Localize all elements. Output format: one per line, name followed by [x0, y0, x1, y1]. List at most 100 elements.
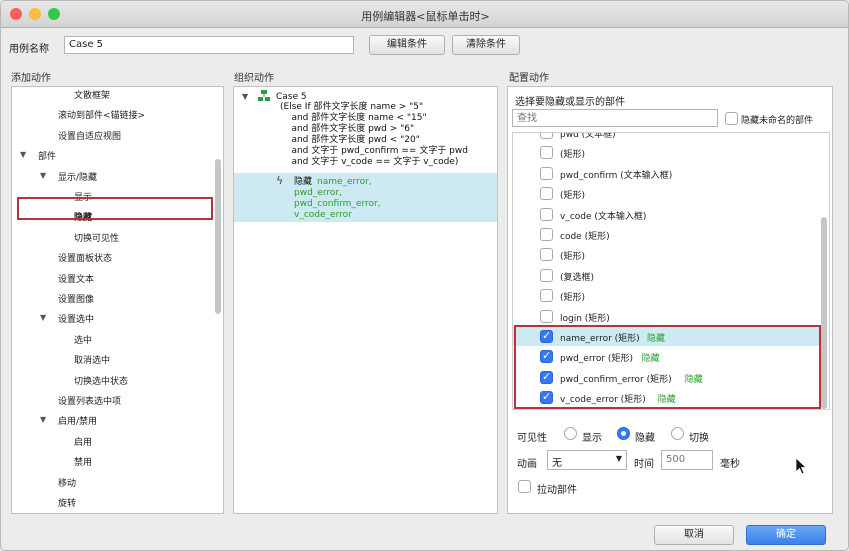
bring-to-front-label: 拉动部件: [537, 485, 577, 496]
action-tree-item[interactable]: 文散框架: [74, 88, 110, 101]
action-tree-item[interactable]: 部件: [38, 149, 56, 162]
visibility-option-label: 切换: [689, 433, 709, 444]
widget-checkbox[interactable]: [540, 146, 553, 160]
action-target: v_code_error: [294, 210, 352, 220]
widget-label: pwd (文本框): [560, 132, 616, 140]
hide-action-highlight: [17, 197, 213, 220]
condition-line: and 文字于 pwd_confirm == 文字于 pwd: [280, 146, 468, 156]
action-tree-item[interactable]: 取消选中: [74, 353, 110, 366]
action-tree-item[interactable]: 移动: [58, 476, 76, 489]
widget-list: pwd (文本框) (矩形) pwd_confirm (文本输入框) (矩形) v_co…: [512, 132, 830, 410]
action-target: pwd_confirm_error,: [294, 199, 381, 209]
action-tree-item[interactable]: 切换选中状态: [74, 374, 128, 387]
action-tree-item[interactable]: 设置自适应视图: [58, 129, 121, 142]
configure-action-panel: 选择要隐藏或显示的部件 隐藏未命名的部件 pwd (文本框) (矩形) pwd_co…: [507, 86, 833, 514]
expand-arrow-icon[interactable]: ▼: [40, 171, 46, 180]
condition-line: (Else If 部件文字长度 name > "5": [280, 102, 424, 112]
action-verb: 隐藏: [294, 177, 313, 187]
case-name-bar: 用例名称 Case 5 编辑条件 清除条件: [1, 29, 848, 63]
action-target: pwd_error,: [294, 188, 342, 198]
organize-action-heading: 组织动作: [234, 73, 274, 84]
clear-condition-button[interactable]: 清除条件: [452, 35, 520, 55]
widget-label: (矩形): [560, 293, 586, 304]
expand-arrow-icon[interactable]: ▼: [20, 150, 26, 159]
cancel-button[interactable]: 取消: [654, 525, 734, 545]
visibility-radio[interactable]: [671, 427, 684, 440]
widget-search-input[interactable]: [512, 109, 718, 127]
select-widgets-label: 选择要隐藏或显示的部件: [515, 97, 625, 108]
time-unit: 毫秒: [720, 459, 740, 470]
visibility-option-label: 隐藏: [635, 433, 655, 444]
condition-line: and 部件文字长度 name < "15": [280, 113, 427, 123]
configure-action-heading: 配置动作: [509, 73, 549, 84]
edit-condition-button[interactable]: 编辑条件: [369, 35, 445, 55]
expand-arrow-icon[interactable]: ▼: [40, 415, 46, 424]
action-tree-item[interactable]: 设置选中: [58, 312, 94, 325]
action-tree-item[interactable]: 显示/隐藏: [58, 170, 97, 183]
action-tree-item[interactable]: 启用/禁用: [58, 414, 97, 427]
add-action-tree: 文散框架 滚动到部件<锚链接> 设置自适应视图 ▼ 部件 ▼ 显示/隐藏 显示 隐藏 切换可见性设…: [11, 86, 224, 514]
widget-label: pwd_confirm (文本输入框): [560, 170, 673, 181]
widget-label: (矩形): [560, 191, 586, 202]
action-tree-item[interactable]: 禁用: [74, 455, 92, 468]
organize-action-panel: ▼ Case 5 (Else If 部件文字长度 name > "5" and …: [233, 86, 498, 514]
widget-label: (复选框): [560, 272, 595, 283]
widget-checkbox[interactable]: [540, 289, 553, 303]
add-action-heading: 添加动作: [11, 73, 51, 84]
window-title: 用例编辑器<鼠标单击时>: [361, 10, 490, 23]
visibility-radio[interactable]: [617, 427, 630, 440]
left-scrollbar[interactable]: [215, 159, 221, 314]
animation-label: 动画: [517, 459, 537, 470]
case-tree-icon: [258, 90, 270, 101]
condition-line: and 部件文字长度 pwd > "6": [280, 124, 415, 134]
widget-checkbox[interactable]: [540, 187, 553, 201]
action-tree-item[interactable]: 启用: [74, 435, 92, 448]
case-name-value: Case 5: [69, 39, 104, 50]
condition-line: and 文字于 v_code == 文字于 v_code): [280, 157, 459, 167]
action-tree-item[interactable]: 设置列表选中项: [58, 394, 121, 407]
action-tree-item[interactable]: 切换可见性: [74, 231, 119, 244]
action-tree-item[interactable]: 滚动到部件<锚链接>: [58, 108, 145, 121]
widget-label: login (矩形): [560, 313, 610, 324]
case-name-label: 用例名称: [9, 44, 49, 55]
case-title[interactable]: Case 5: [276, 92, 307, 102]
widget-checkbox[interactable]: [540, 166, 553, 180]
animation-value: 无: [552, 458, 562, 469]
widget-label: (矩形): [560, 150, 586, 161]
checked-widgets-highlight: [514, 325, 821, 409]
mouse-cursor-icon: [795, 457, 807, 475]
expand-arrow-icon[interactable]: ▼: [40, 313, 46, 322]
widget-checkbox[interactable]: [540, 268, 553, 282]
widget-label: code (矩形): [560, 232, 610, 242]
widget-checkbox[interactable]: [540, 309, 553, 323]
action-tree-item[interactable]: 设置面板状态: [58, 251, 112, 264]
bring-to-front-checkbox[interactable]: [518, 480, 531, 493]
time-value: 500: [666, 454, 686, 465]
case-expand-icon[interactable]: ▼: [242, 92, 248, 101]
action-tree-item[interactable]: 选中: [74, 333, 92, 346]
dropdown-arrow-icon: ▼: [615, 454, 622, 463]
action-target: name_error,: [317, 177, 372, 187]
hide-unnamed-checkbox[interactable]: [725, 112, 738, 125]
case-editor-window: 用例编辑器<鼠标单击时> 用例名称 Case 5 编辑条件 清除条件 添加动作 …: [0, 0, 849, 551]
action-tree-item[interactable]: 旋转: [58, 496, 76, 509]
ok-button[interactable]: 确定: [746, 525, 826, 545]
widget-checkbox[interactable]: [540, 248, 553, 262]
action-tree-item[interactable]: 设置文本: [58, 272, 94, 285]
action-tree-item[interactable]: 设置图像: [58, 292, 94, 305]
animation-select[interactable]: 无 ▼: [547, 450, 627, 470]
widget-checkbox[interactable]: [540, 133, 553, 139]
visibility-label: 可见性: [517, 433, 547, 444]
visibility-radio[interactable]: [564, 427, 577, 440]
widget-label: (矩形): [560, 252, 586, 263]
time-input[interactable]: 500: [661, 450, 713, 470]
widget-list-scrollbar[interactable]: [821, 217, 827, 409]
widget-label: v_code (文本输入框): [560, 211, 647, 222]
title-bar: 用例编辑器<鼠标单击时>: [1, 1, 848, 28]
condition-line: and 部件文字长度 pwd < "20": [280, 135, 420, 145]
widget-checkbox[interactable]: [540, 228, 553, 241]
visibility-option-label: 显示: [582, 433, 602, 444]
case-name-input[interactable]: Case 5: [64, 36, 354, 54]
widget-checkbox[interactable]: [540, 207, 553, 221]
time-label: 时间: [634, 459, 654, 470]
